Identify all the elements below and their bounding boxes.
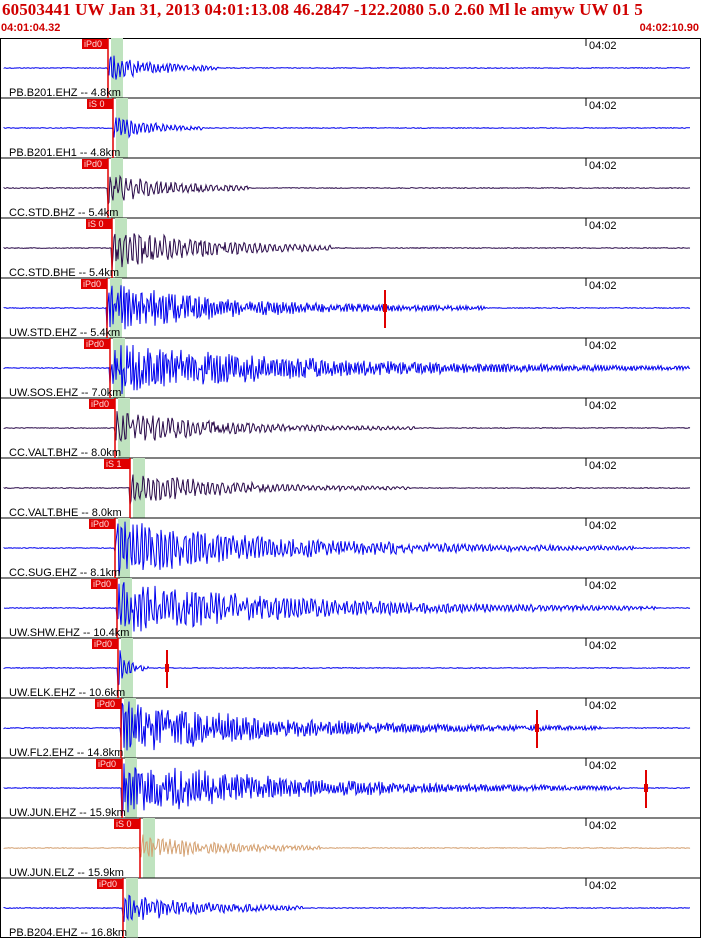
minute-tick-label: 04:02 xyxy=(589,760,617,772)
trace-row[interactable]: 04:02 iPd0 CC.SUG.EHZ -- 8.1km xyxy=(0,518,701,579)
coda-marker-knob xyxy=(644,784,648,792)
trace-row[interactable]: 04:02 iPd0 CC.VALT.BHZ -- 8.0km xyxy=(0,398,701,459)
trace-row[interactable]: 04:02 iPd0 UW.ELK.EHZ -- 10.6km xyxy=(0,638,701,699)
station-label: CC.STD.BHZ -- 5.4km xyxy=(9,207,118,219)
station-label: PB.B201.EHZ -- 4.8km xyxy=(9,87,121,99)
trace-row[interactable]: 04:02 iS 0 UW.JUN.ELZ -- 15.9km xyxy=(0,818,701,879)
station-label: UW.STD.EHZ -- 5.4km xyxy=(9,327,120,339)
pick-label: iPd0 xyxy=(84,159,102,169)
minute-tick-label: 04:02 xyxy=(589,340,617,352)
pick-label: iPd0 xyxy=(86,339,104,349)
trace-row[interactable]: 04:02 iPd0 UW.SHW.EHZ -- 10.4km xyxy=(0,578,701,639)
minute-tick-label: 04:02 xyxy=(589,460,617,472)
minute-tick-label: 04:02 xyxy=(589,640,617,652)
minute-tick-label: 04:02 xyxy=(589,40,617,52)
pick-label: iS 0 xyxy=(88,219,104,229)
pick-label: iPd0 xyxy=(84,39,102,49)
event-title: 60503441 UW Jan 31, 2013 04:01:13.08 46.… xyxy=(2,0,643,19)
station-label: UW.FL2.EHZ -- 14.8km xyxy=(9,747,123,759)
waveform xyxy=(3,233,691,270)
seismogram-svg[interactable]: 04:02 iPd0 PB.B201.EHZ -- 4.8km 04:02 iS 0 PB… xyxy=(0,38,701,939)
trace-row[interactable]: 04:02 iPd0 PB.B204.EHZ -- 16.8km xyxy=(0,878,701,939)
waveform xyxy=(3,55,691,80)
trace-row[interactable]: 04:02 iPd0 UW.JUN.EHZ -- 15.9km xyxy=(0,758,701,819)
waveform xyxy=(3,650,691,687)
pick-label: iPd0 xyxy=(98,759,116,769)
pick-label: iS 0 xyxy=(116,819,132,829)
trace-row[interactable]: 04:02 iPd0 CC.STD.BHZ -- 5.4km xyxy=(0,158,701,219)
trace-row[interactable]: 04:02 iPd0 UW.STD.EHZ -- 5.4km xyxy=(0,278,701,339)
minute-tick-label: 04:02 xyxy=(589,880,617,892)
pick-label: iPd0 xyxy=(94,639,112,649)
station-label: PB.B201.EH1 -- 4.8km xyxy=(9,147,120,159)
seismogram-panel[interactable]: 04:02 iPd0 PB.B201.EHZ -- 4.8km 04:02 iS 0 PB… xyxy=(0,38,701,939)
trace-row[interactable]: 04:02 iPd0 UW.FL2.EHZ -- 14.8km xyxy=(0,698,701,759)
trace-row[interactable]: 04:02 iS 0 CC.STD.BHE -- 5.4km xyxy=(0,218,701,279)
waveform xyxy=(3,174,691,205)
analysis-window xyxy=(133,458,145,518)
station-label: UW.SHW.EHZ -- 10.4km xyxy=(9,627,129,639)
pick-label: iPd0 xyxy=(93,579,111,589)
pick-label: iPd0 xyxy=(97,699,115,709)
station-label: PB.B204.EHZ -- 16.8km xyxy=(9,927,127,938)
station-label: UW.SOS.EHZ -- 7.0km xyxy=(9,387,121,399)
station-label: UW.JUN.EHZ -- 15.9km xyxy=(9,807,126,819)
window-end-time: 04:02:10.90 xyxy=(639,22,699,34)
waveform xyxy=(3,474,691,505)
window-start-time: 04:01:04.32 xyxy=(1,22,61,34)
station-label: CC.VALT.BHZ -- 8.0km xyxy=(9,447,121,459)
pick-label: iS 1 xyxy=(106,459,122,469)
station-label: CC.SUG.EHZ -- 8.1km xyxy=(9,567,120,579)
station-label: UW.ELK.EHZ -- 10.6km xyxy=(9,687,125,699)
minute-tick-label: 04:02 xyxy=(589,580,617,592)
pick-label: iPd0 xyxy=(99,879,117,889)
station-label: CC.STD.BHE -- 5.4km xyxy=(9,267,119,279)
waveform xyxy=(3,117,690,139)
coda-marker-knob xyxy=(165,664,169,672)
minute-tick-label: 04:02 xyxy=(589,400,617,412)
pick-label: iPd0 xyxy=(91,399,109,409)
event-header: 60503441 UW Jan 31, 2013 04:01:13.08 46.… xyxy=(0,0,701,38)
minute-tick-label: 04:02 xyxy=(589,820,617,832)
trace-row[interactable]: 04:02 iPd0 UW.SOS.EHZ -- 7.0km xyxy=(0,338,701,399)
coda-marker-knob xyxy=(535,724,539,732)
pick-label: iS 0 xyxy=(89,99,105,109)
minute-tick-label: 04:02 xyxy=(589,700,617,712)
minute-tick-label: 04:02 xyxy=(589,220,617,232)
waveform xyxy=(3,834,691,858)
waveform xyxy=(3,894,690,922)
coda-marker-knob xyxy=(383,304,387,312)
station-label: CC.VALT.BHE -- 8.0km xyxy=(9,507,122,519)
pick-label: iPd0 xyxy=(91,519,109,529)
waveform xyxy=(3,411,691,443)
waveform xyxy=(3,582,691,632)
trace-row[interactable]: 04:02 iPd0 PB.B201.EHZ -- 4.8km xyxy=(0,38,701,99)
minute-tick-label: 04:02 xyxy=(589,520,617,532)
pick-label: iPd0 xyxy=(83,279,101,289)
minute-tick-label: 04:02 xyxy=(589,280,617,292)
station-label: UW.JUN.ELZ -- 15.9km xyxy=(9,867,124,879)
trace-row[interactable]: 04:02 iS 0 PB.B201.EH1 -- 4.8km xyxy=(0,98,701,159)
minute-tick-label: 04:02 xyxy=(589,100,617,112)
minute-tick-label: 04:02 xyxy=(589,160,617,172)
trace-row[interactable]: 04:02 iS 1 CC.VALT.BHE -- 8.0km xyxy=(0,458,701,519)
